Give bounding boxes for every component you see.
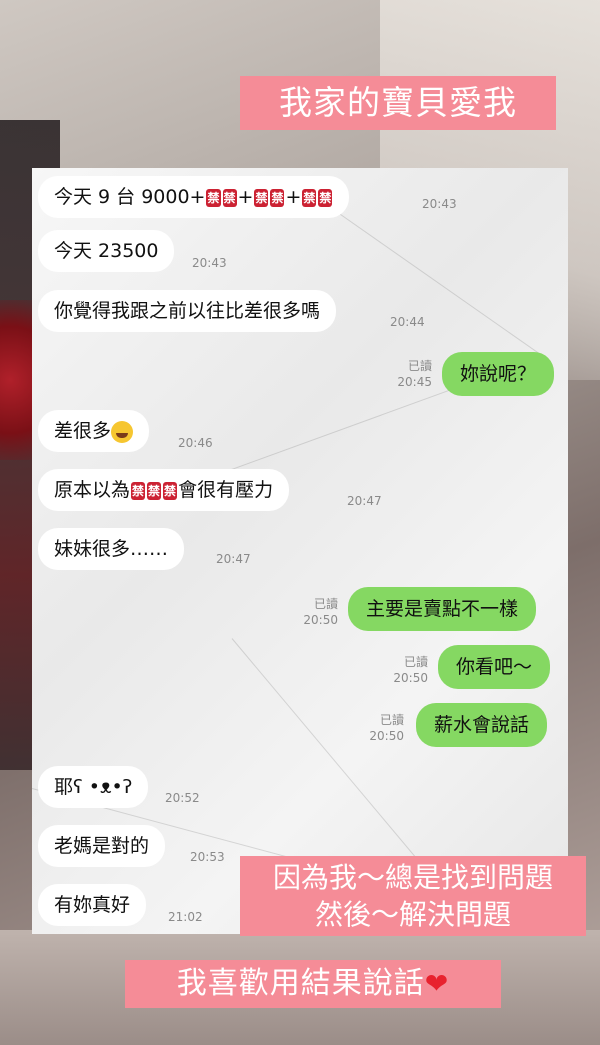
- message-text: 原本以為: [54, 479, 131, 501]
- message-time: 20:47: [216, 552, 251, 566]
- heart-icon: ❤: [424, 967, 450, 1000]
- message-bubble-incoming: 你覺得我跟之前以往比差很多嗎: [38, 290, 337, 332]
- message-time: 20:44: [390, 315, 425, 329]
- top-caption-banner: 我家的寶貝愛我: [240, 76, 556, 130]
- censor-badge: 禁: [318, 188, 333, 207]
- message-bubble-incoming: 今天 23500: [38, 230, 175, 272]
- message-text: 今天 9 台 9000+: [54, 186, 206, 208]
- censor-badge: 禁: [131, 481, 146, 500]
- message-time: 20:47: [347, 494, 382, 508]
- message-bubble-incoming: 妹妹很多……: [38, 528, 185, 570]
- message-time: 20:46: [178, 436, 213, 450]
- message-time: 20:43: [192, 256, 227, 270]
- message-bubble-incoming: 有妳真好: [38, 884, 147, 926]
- message-text: 妹妹很多……: [54, 538, 169, 560]
- message-time: 20:52: [165, 791, 200, 805]
- message-text: 今天 23500: [54, 240, 159, 262]
- message-text: 主要是賣點不一樣: [366, 598, 519, 620]
- read-receipt: 已讀 20:50: [393, 655, 428, 685]
- message-bubble-incoming: 原本以為禁禁禁會很有壓力: [38, 469, 290, 511]
- bottom-caption-text: 我喜歡用結果說話: [176, 966, 425, 1001]
- message-bubble-outgoing: 主要是賣點不一樣: [348, 587, 537, 631]
- message-bubble-outgoing: 妳說呢？: [442, 352, 555, 396]
- message-text: 你覺得我跟之前以往比差很多嗎: [54, 300, 321, 322]
- message-text: 老媽是對的: [54, 835, 150, 857]
- message-text: 你看吧～: [456, 656, 533, 678]
- read-receipt: 已讀 20:50: [303, 597, 338, 627]
- message-text: 有妳真好: [54, 894, 131, 916]
- message-time: 20:53: [190, 850, 225, 864]
- message-bubble-outgoing: 薪水會說話: [416, 703, 548, 747]
- censor-badge: 禁: [222, 188, 237, 207]
- message-time: 21:02: [168, 910, 203, 924]
- censor-badge: 禁: [147, 481, 162, 500]
- censor-badge: 禁: [302, 188, 317, 207]
- message-text: 妳說呢？: [460, 363, 537, 385]
- message-bubble-incoming: 耶ʕ •ᴥ•ʔ: [38, 766, 149, 808]
- message-bubble-incoming: 今天 9 台 9000+ 禁禁 + 禁禁 + 禁禁: [38, 176, 350, 218]
- message-text: 差很多: [54, 420, 112, 442]
- message-text: 薪水會說話: [434, 714, 530, 736]
- message-text: 會很有壓力: [178, 479, 274, 501]
- message-bubble-incoming: 差很多: [38, 410, 150, 452]
- bottom-caption-banner: 我喜歡用結果說話❤: [125, 960, 501, 1008]
- read-receipt: 已讀 20:50: [369, 713, 404, 743]
- censor-badge: 禁: [270, 188, 285, 207]
- message-bubble-incoming: 老媽是對的: [38, 825, 166, 867]
- censor-badge: 禁: [163, 481, 178, 500]
- read-receipt: 已讀 20:45: [397, 359, 432, 389]
- censor-badge: 禁: [254, 188, 269, 207]
- middle-caption-line-2: 然後～解決問題: [314, 898, 511, 931]
- censor-badge: 禁: [206, 188, 221, 207]
- middle-caption-line-1: 因為我～總是找到問題: [272, 861, 553, 894]
- chat-screenshot: 今天 9 台 9000+ 禁禁 + 禁禁 + 禁禁 20:43 今天 23500 20:4…: [32, 168, 568, 934]
- middle-caption-banner: 因為我～總是找到問題 然後～解決問題: [240, 856, 586, 936]
- message-text: 耶ʕ •ᴥ•ʔ: [54, 776, 133, 798]
- message-bubble-outgoing: 你看吧～: [438, 645, 551, 689]
- rolling-laughing-emoji-icon: [111, 420, 134, 443]
- message-time: 20:43: [422, 197, 457, 211]
